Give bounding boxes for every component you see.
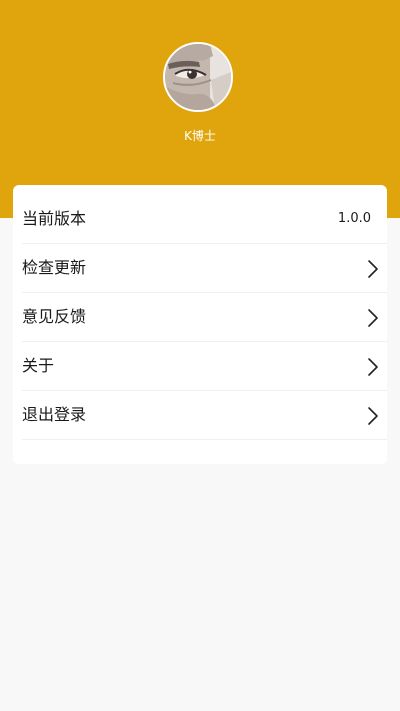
- menu-item-logout[interactable]: 退出登录: [22, 391, 387, 440]
- chevron-right-icon: [368, 309, 378, 327]
- username: K博士: [184, 129, 216, 143]
- chevron-right-icon: [368, 358, 378, 376]
- chevron-right-icon: [368, 407, 378, 425]
- menu-item-version: 当前版本 1.0.0: [22, 195, 387, 244]
- check-update-label: 检查更新: [22, 258, 87, 277]
- feedback-label: 意见反馈: [22, 307, 87, 326]
- chevron-right-icon: [368, 260, 378, 278]
- avatar-photo: [165, 44, 231, 110]
- avatar[interactable]: [163, 42, 233, 112]
- menu-item-feedback[interactable]: 意见反馈: [22, 293, 387, 342]
- about-label: 关于: [22, 356, 55, 375]
- version-value: 1.0.0: [337, 211, 371, 226]
- logout-label: 退出登录: [22, 405, 87, 424]
- menu-item-about[interactable]: 关于: [22, 342, 387, 391]
- version-label: 当前版本: [22, 209, 87, 228]
- settings-menu-card: 当前版本 1.0.0 检查更新 意见反馈 关于 退出登录: [13, 185, 387, 464]
- menu-item-check-update[interactable]: 检查更新: [22, 244, 387, 293]
